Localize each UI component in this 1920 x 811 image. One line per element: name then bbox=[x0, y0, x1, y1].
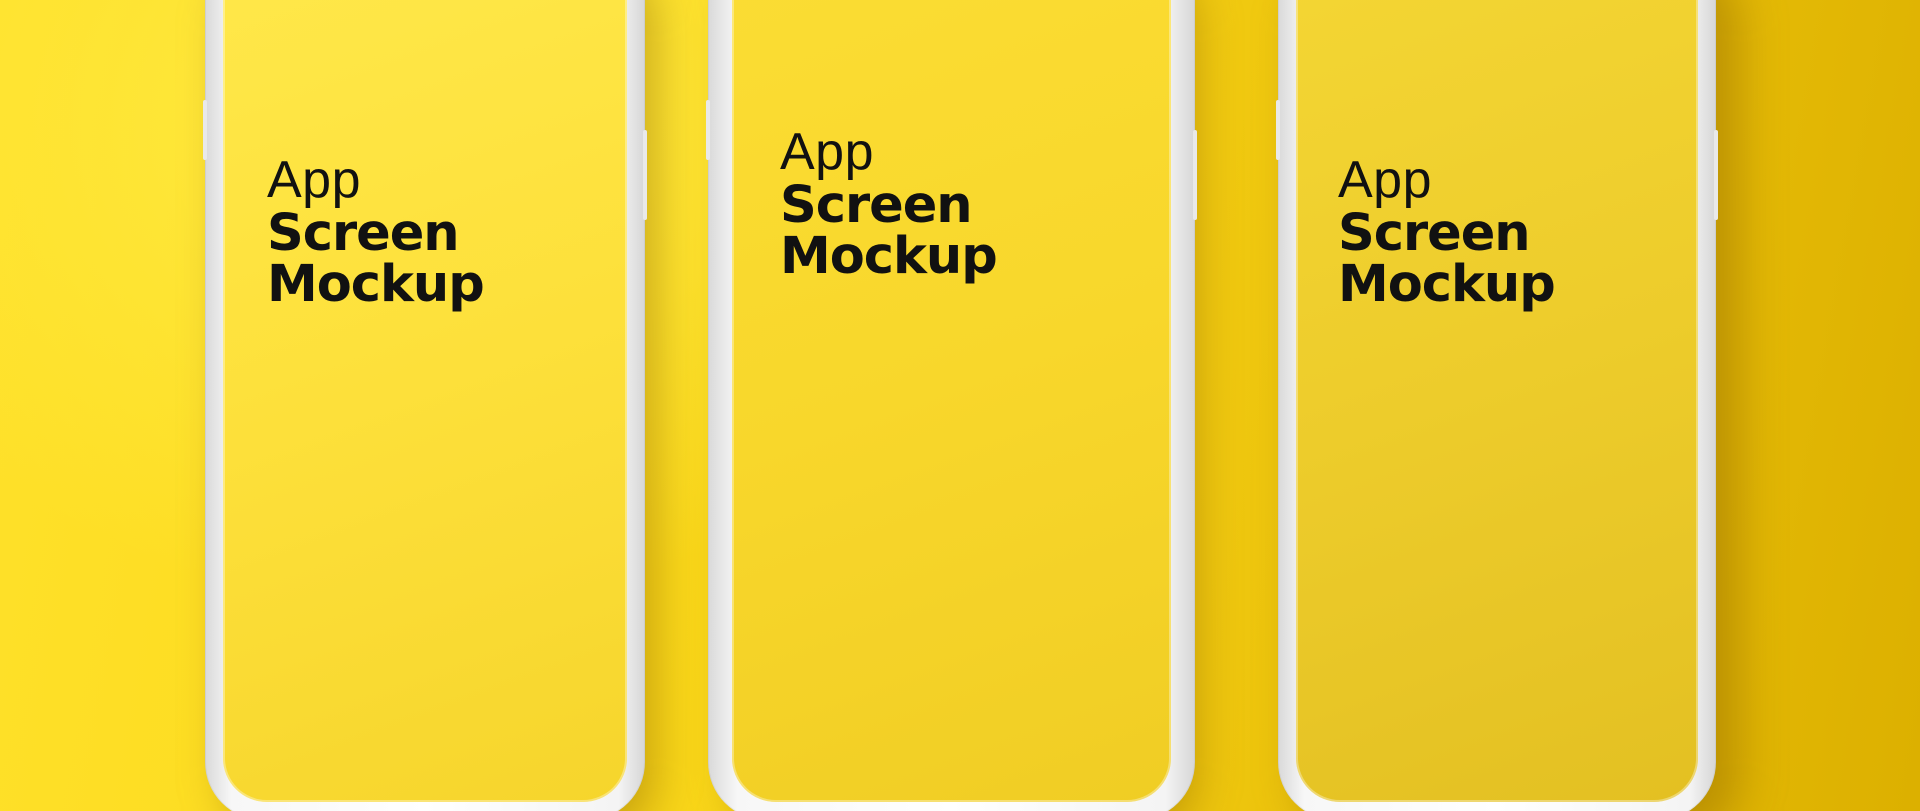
phone-1-line-app: App bbox=[267, 151, 362, 209]
phone-3-line-screen: Screen bbox=[1338, 204, 1531, 263]
phone-2-line-app: App bbox=[780, 123, 875, 181]
phone-3-mockup-text: App Screen Mockup bbox=[1338, 151, 1556, 314]
phone-2: App Screen Mockup bbox=[706, 0, 1197, 811]
phone-2-mockup-text: App Screen Mockup bbox=[780, 123, 998, 286]
phone-3-screen: App Screen Mockup bbox=[1296, 0, 1698, 802]
phone-2-line-mockup: Mockup bbox=[780, 227, 998, 286]
phone-2-power-button bbox=[1193, 130, 1197, 220]
phone-1-power-button bbox=[643, 130, 647, 220]
phone-3-line-app: App bbox=[1338, 151, 1433, 209]
phone-1: App Screen Mockup bbox=[203, 0, 647, 811]
phone-3-side-button bbox=[1276, 100, 1280, 160]
phone-2-screen: App Screen Mockup bbox=[732, 0, 1171, 802]
phone-3: App Screen Mockup bbox=[1276, 0, 1718, 811]
phone-1-side-button bbox=[203, 100, 207, 160]
phone-1-mockup-text: App Screen Mockup bbox=[267, 151, 485, 314]
phone-3-line-mockup: Mockup bbox=[1338, 255, 1556, 314]
phone-2-line-screen: Screen bbox=[780, 176, 973, 235]
phone-1-line-mockup: Mockup bbox=[267, 255, 485, 314]
mockup-scene: App Screen Mockup App Screen Mockup App … bbox=[0, 0, 1920, 811]
phone-2-side-button bbox=[706, 100, 710, 160]
phone-3-power-button bbox=[1714, 130, 1718, 220]
phone-1-screen: App Screen Mockup bbox=[223, 0, 627, 802]
phone-1-line-screen: Screen bbox=[267, 204, 460, 263]
